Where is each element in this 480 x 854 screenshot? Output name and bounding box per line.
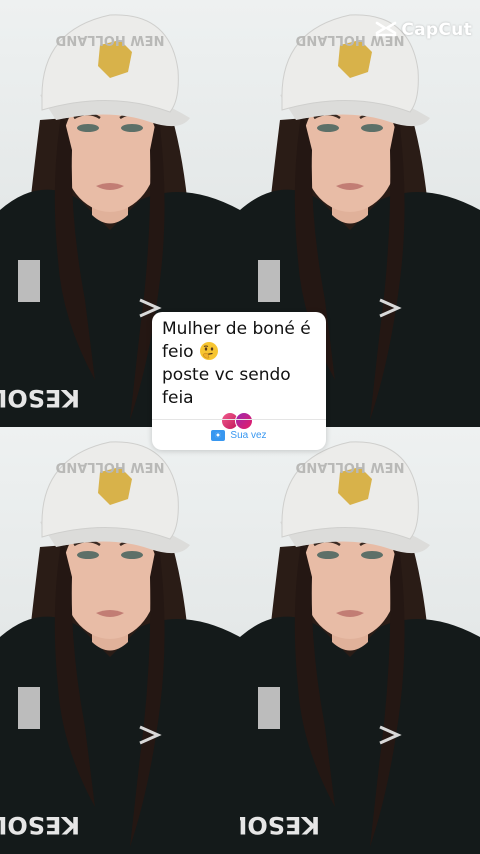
sticker-question: Mulher de boné é feio poste vc sendo fei… — [152, 312, 326, 410]
watermark-label: CapCut — [401, 20, 472, 40]
question-line-2: feio — [162, 342, 194, 362]
portrait-photo: NEW HOLLAND KESOL — [240, 441, 480, 854]
shirt-text: KESOL — [0, 384, 80, 412]
shirt-logo — [18, 687, 40, 729]
photo-tile: NEW HOLLAND KESOL — [0, 427, 240, 854]
cap-text: NEW HOLLAND — [295, 459, 404, 474]
eye — [361, 551, 383, 559]
cap-text: NEW HOLLAND — [55, 459, 164, 474]
shirt-logo — [258, 260, 280, 302]
question-line-3: poste vc sendo feia — [162, 365, 291, 408]
shirt-logo — [258, 687, 280, 729]
your-turn-button[interactable]: Sua vez — [152, 420, 326, 450]
capcut-logo-icon — [376, 21, 397, 37]
eye — [317, 551, 339, 559]
thinking-face-emoji — [199, 342, 218, 360]
capcut-watermark: CapCut — [375, 20, 472, 40]
shirt-text: KESOL — [0, 811, 80, 839]
eye — [317, 124, 339, 132]
shirt-logo — [18, 260, 40, 302]
shirt-text: KESOL — [240, 811, 320, 839]
eye — [361, 124, 383, 132]
your-turn-label: Sua vez — [230, 429, 267, 441]
eye — [77, 124, 99, 132]
photo-tile: NEW HOLLAND KESOL — [240, 427, 480, 854]
question-sticker[interactable]: Mulher de boné é feio poste vc sendo fei… — [152, 312, 326, 450]
portrait-photo: NEW HOLLAND KESOL — [0, 441, 240, 854]
camera-icon — [211, 429, 226, 441]
question-line-2-row: feio — [162, 341, 318, 364]
cap-text: NEW HOLLAND — [55, 32, 164, 47]
question-line-1: Mulher de boné é — [162, 319, 311, 339]
eye — [77, 551, 99, 559]
eye — [121, 551, 143, 559]
eye — [121, 124, 143, 132]
